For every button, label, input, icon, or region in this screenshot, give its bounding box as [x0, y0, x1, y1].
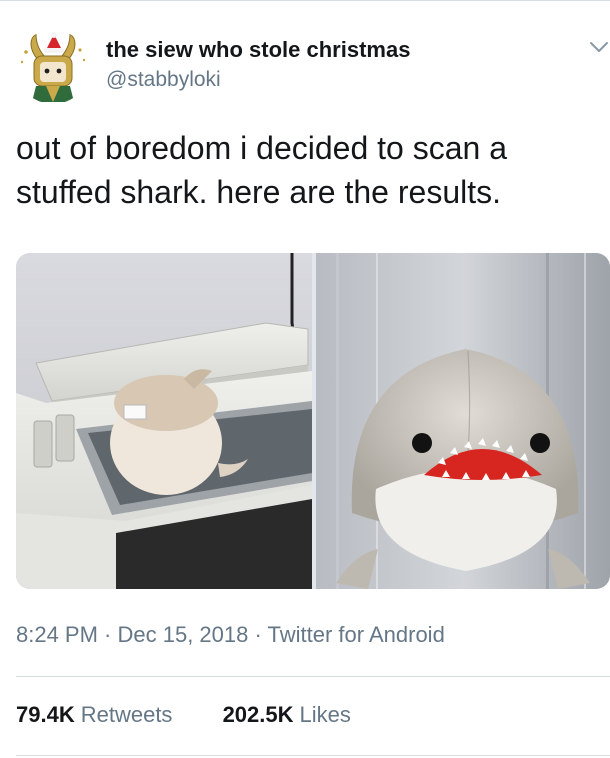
author-name[interactable]: the siew who stole christmas [106, 37, 410, 63]
photo-scanner-plush[interactable] [16, 253, 312, 589]
photo-scanned-shark[interactable] [316, 253, 610, 589]
likes-label: Likes [299, 702, 351, 727]
likes-stat[interactable]: 202.5K Likes [223, 702, 351, 728]
tweet-text: out of boredom i decided to scan a stuff… [16, 126, 596, 214]
top-divider [0, 0, 610, 1]
retweets-label: Retweets [80, 702, 173, 727]
retweets-count: 79.4K [16, 702, 75, 727]
loki-avatar-icon [20, 32, 86, 102]
avatar[interactable] [16, 30, 90, 104]
retweets-stat[interactable]: 79.4K Retweets [16, 702, 172, 728]
author-handle[interactable]: @stabbyloki [106, 68, 221, 92]
likes-count: 202.5K [222, 702, 294, 727]
divider [16, 676, 610, 677]
divider [16, 755, 610, 756]
tweet-header: the siew who stole christmas @stabbyloki [16, 26, 610, 106]
tweet-timestamp: 8:24 PM · Dec 15, 2018 · Twitter for And… [16, 622, 445, 647]
tweet-text-line: stuffed shark. here are the results. [16, 174, 501, 210]
tweet-stats: 79.4K Retweets 202.5K Likes [16, 702, 395, 732]
media-grid [16, 253, 610, 589]
chevron-down-icon[interactable] [588, 36, 610, 58]
tweet-text-line: out of boredom i decided to scan a [16, 130, 507, 166]
